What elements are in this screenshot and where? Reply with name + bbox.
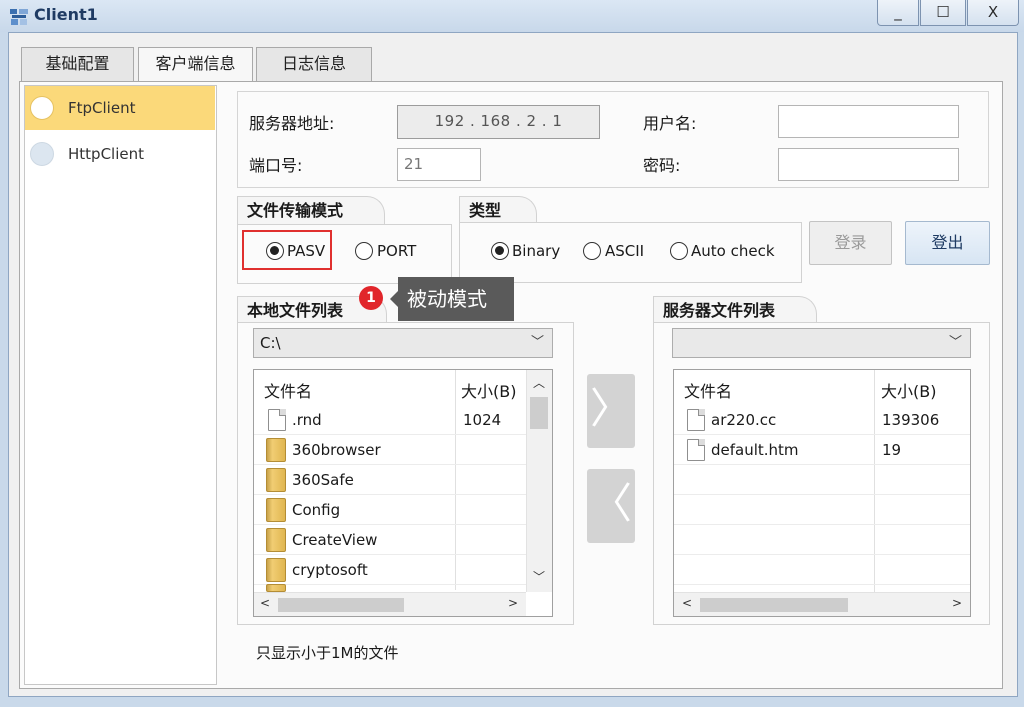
file-name: CreateView [292,531,378,549]
scroll-up-icon[interactable]: ︿ [527,374,551,391]
server-col-name[interactable]: 文件名 [684,378,732,402]
table-row[interactable]: CreateView [254,525,526,555]
local-file-list[interactable]: 文件名 大小(B) .rnd 1024 360browser 360Safe C… [253,369,553,617]
password-input[interactable] [778,148,959,181]
server-file-list[interactable]: 文件名 大小(B) ar220.cc 139306 default.htm 19… [673,369,971,617]
scroll-right-icon[interactable]: > [952,596,962,610]
file-name: ar220.cc [711,411,777,429]
binary-label[interactable]: Binary [512,242,560,260]
chevron-down-icon: ﹀ [948,335,962,350]
annotation-callout: 被动模式 [398,277,514,321]
table-row[interactable]: cryptosoft [254,555,526,585]
ascii-label[interactable]: ASCII [605,242,644,260]
transfer-mode-title: 文件传输模式 [237,196,385,226]
server-ip-input[interactable]: 192 . 168 . 2 . 1 [397,105,600,139]
file-name: .rnd [292,411,322,429]
scroll-left-icon[interactable]: < [260,596,270,610]
table-row[interactable]: Config [254,495,526,525]
app-icon [10,9,28,25]
file-icon [687,439,705,461]
vertical-scrollbar[interactable]: ︿ ﹀ [526,370,552,592]
file-name: 360browser [292,441,381,459]
pasv-label[interactable]: PASV [287,242,325,260]
server-col-size[interactable]: 大小(B) [881,378,936,402]
table-row [674,465,970,495]
local-path-value: C:\ [260,334,281,352]
maximize-button[interactable]: ☐ [920,0,966,26]
binary-radio[interactable] [491,242,509,260]
login-button[interactable]: 登录 [809,221,892,265]
close-button[interactable]: X [967,0,1019,26]
file-icon [687,409,705,431]
folder-icon [266,584,286,592]
client-item-label: HttpClient [68,145,144,163]
username-input[interactable] [778,105,959,138]
tab-client-info[interactable]: 客户端信息 [138,47,253,81]
ascii-radio[interactable] [583,242,601,260]
http-client-icon [30,142,54,166]
folder-icon [266,438,286,462]
upload-arrow-button[interactable]: 〉 [587,374,635,448]
pasv-radio[interactable] [266,242,284,260]
auto-check-label[interactable]: Auto check [691,242,775,260]
auto-check-radio[interactable] [670,242,688,260]
table-row [674,495,970,525]
horizontal-scrollbar[interactable]: < > [254,592,526,616]
scroll-thumb[interactable] [278,598,404,612]
file-size: 139306 [882,411,940,429]
title-bar [0,0,1024,32]
file-size: 19 [882,441,902,459]
file-size: 1024 [463,411,502,429]
logout-button[interactable]: 登出 [905,221,990,265]
password-label: 密码: [643,156,681,175]
horizontal-scrollbar[interactable]: < > [674,592,970,616]
file-icon [268,409,286,431]
size-limit-note: 只显示小于1M的文件 [256,644,399,662]
table-row[interactable]: .rnd 1024 [254,405,526,435]
ftp-client-icon [30,96,54,120]
table-row [674,555,970,585]
annotation-badge: 1 [359,286,383,310]
file-name: Config [292,501,341,519]
tab-log-info[interactable]: 日志信息 [256,47,372,81]
annotation-pointer [390,291,398,307]
file-name: default.htm [711,441,799,459]
table-row [674,525,970,555]
scroll-left-icon[interactable]: < [682,596,692,610]
port-mode-label[interactable]: PORT [377,242,416,260]
table-row[interactable]: 360browser [254,435,526,465]
table-row[interactable]: 360Safe [254,465,526,495]
scroll-thumb[interactable] [530,397,548,429]
folder-icon [266,498,286,522]
folder-icon [266,528,286,552]
scroll-down-icon[interactable]: ﹀ [527,568,551,585]
port-mode-radio[interactable] [355,242,373,260]
server-path-select[interactable]: ﹀ [672,328,971,358]
scroll-right-icon[interactable]: > [508,596,518,610]
client-item-label: FtpClient [68,99,136,117]
local-col-name[interactable]: 文件名 [264,378,312,402]
file-name: cryptosoft [292,561,368,579]
username-label: 用户名: [643,114,697,133]
port-input[interactable]: 21 [397,148,481,181]
port-label: 端口号: [249,156,303,175]
folder-icon [266,468,286,492]
download-arrow-button[interactable]: 〈 [587,469,635,543]
local-path-select[interactable]: C:\ ﹀ [253,328,553,358]
scroll-thumb[interactable] [700,598,848,612]
tab-basic-config[interactable]: 基础配置 [21,47,134,81]
minimize-button[interactable]: _ [877,0,919,26]
file-name: 360Safe [292,471,354,489]
folder-icon [266,558,286,582]
table-row[interactable]: default.htm 19 [674,435,970,465]
table-row[interactable]: ar220.cc 139306 [674,405,970,435]
chevron-down-icon: ﹀ [530,335,544,350]
server-address-label: 服务器地址: [249,114,335,133]
window-title: Client1 [34,5,98,24]
local-col-size[interactable]: 大小(B) [461,378,516,402]
